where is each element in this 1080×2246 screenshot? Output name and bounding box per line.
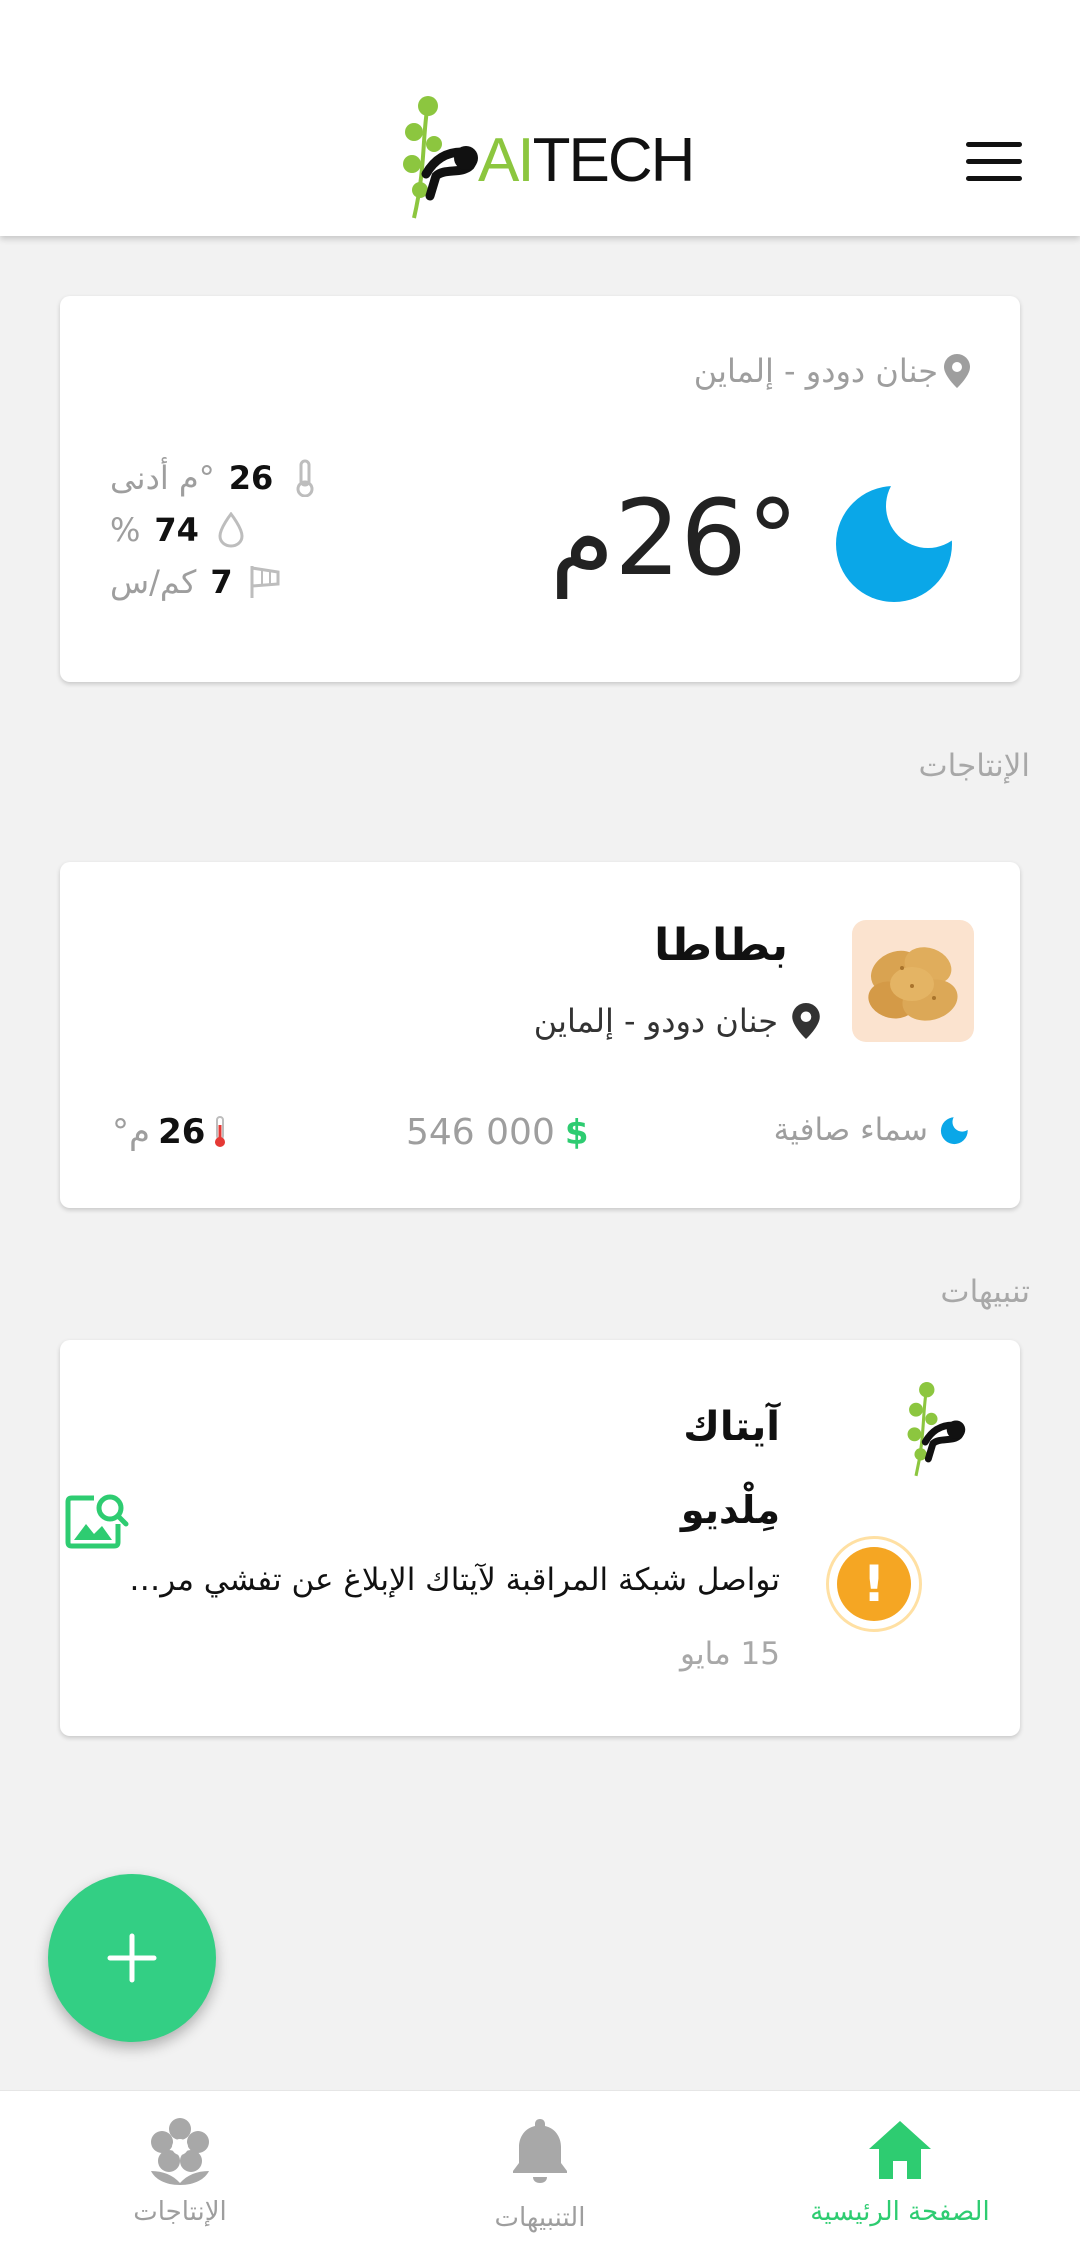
alert-type: مِلْديو [680, 1488, 780, 1532]
warning-icon-glyph: ! [837, 1547, 911, 1621]
humidity-row: 74 % [110, 504, 370, 556]
weather-stats: 26 °م أدنى 74 % 7 كم/س [110, 452, 370, 608]
nav-item-productions[interactable]: الإنتاجات [50, 2091, 310, 2246]
flower-icon [151, 2118, 209, 2185]
min-temp-unit: °م أدنى [110, 459, 215, 497]
app-header: AITECH [0, 0, 1080, 236]
humidity-unit: % [110, 511, 141, 549]
aitech-logo-icon [403, 96, 478, 219]
nav-item-home[interactable]: الصفحة الرئيسية [770, 2091, 1030, 2246]
alert-brand: آيتاك [683, 1404, 780, 1450]
image-search-icon[interactable] [64, 1490, 130, 1550]
aitech-logo-icon [907, 1382, 966, 1477]
wind-unit: كم/س [110, 563, 197, 601]
crop-price-value: 546 000 [406, 1112, 555, 1153]
crop-sky: سماء صافية [774, 1112, 970, 1148]
wind-row: 7 كم/س [110, 556, 370, 608]
aitech-logo: AITECH [400, 96, 695, 226]
alerts-section-title: تنبيهات [940, 1274, 1030, 1310]
logo-ai-text: AI [478, 126, 535, 195]
crop-price: 546 000 $ [406, 1112, 589, 1153]
weather-location: جنان دودو - إلماين [694, 352, 970, 390]
location-pin-icon [944, 354, 970, 388]
productions-section-title: الإنتاجات [918, 748, 1030, 784]
crop-location: جنان دودو - إلماين [534, 1002, 820, 1040]
logo-tech-text: TECH [532, 126, 696, 195]
thermometer-icon [215, 1116, 226, 1147]
nav-label-home: الصفحة الرئيسية [810, 2197, 990, 2227]
location-pin-icon [792, 1003, 820, 1039]
min-temp-value: 26 [228, 459, 274, 497]
alert-card[interactable]: آيتاك مِلْديو تواصل شبكة المراقبة لآيتاك… [60, 1340, 1020, 1736]
min-temp-row: 26 °م أدنى [110, 452, 370, 504]
potato-image [852, 920, 974, 1042]
crop-temperature: °م 26 [112, 1112, 227, 1152]
hamburger-menu-icon[interactable] [966, 142, 1024, 182]
windsock-icon [247, 562, 283, 602]
crop-temp-value: 26 [158, 1112, 206, 1152]
alert-message: تواصل شبكة المراقبة لآيتاك الإبلاغ عن تف… [100, 1562, 780, 1598]
bell-icon [513, 2119, 567, 2183]
dollar-icon: $ [564, 1112, 589, 1153]
logo-wordmark: AITECH [478, 130, 695, 192]
crescent-moon-icon [836, 486, 952, 602]
alert-date: 15 مايو [680, 1636, 780, 1672]
crescent-moon-icon [940, 1117, 968, 1145]
weather-card[interactable]: جنان دودو - إلماين 26°م 26 °م أدنى 74 % [60, 296, 1020, 682]
wind-value: 7 [210, 563, 233, 601]
crop-sky-text: سماء صافية [773, 1112, 928, 1148]
nav-label-productions: الإنتاجات [133, 2197, 227, 2227]
crop-location-text: جنان دودو - إلماين [533, 1002, 778, 1040]
nav-item-alerts[interactable]: التنبيهات [410, 2091, 670, 2246]
water-drop-icon [213, 510, 249, 550]
humidity-value: 74 [154, 511, 199, 549]
crop-summary: سماء صافية 546 000 $ °م 26 [60, 1112, 1020, 1166]
warning-icon: ! [826, 1536, 922, 1632]
home-icon [869, 2121, 931, 2179]
crop-name: بطاطا [654, 920, 788, 971]
crop-temp-unit: °م [112, 1112, 151, 1152]
production-card[interactable]: بطاطا جنان دودو - إلماين سماء صافية 546 … [60, 862, 1020, 1208]
nav-label-alerts: التنبيهات [494, 2203, 586, 2233]
plus-icon [107, 1933, 157, 1983]
add-button[interactable] [48, 1874, 216, 2042]
bottom-navigation: الصفحة الرئيسية التنبيهات الإنتاجات [0, 2090, 1080, 2246]
thermometer-icon [287, 458, 323, 498]
current-temperature: 26°م [550, 477, 799, 599]
weather-location-text: جنان دودو - إلماين [693, 352, 938, 390]
